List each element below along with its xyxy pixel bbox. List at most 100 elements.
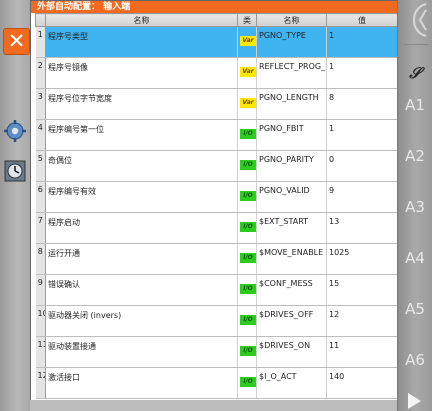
- row-type-cell: Var: [237, 88, 257, 120]
- row-type-cell: I/O: [237, 181, 257, 213]
- row-value: 12: [326, 305, 398, 337]
- col-header-type[interactable]: 类: [237, 13, 257, 27]
- table-row[interactable]: 12激活接口I/O$I_O_ACT140: [35, 367, 398, 399]
- row-number: 10: [35, 305, 46, 337]
- row-number: 8: [35, 243, 46, 275]
- row-name: 程序号位字节宽度: [45, 88, 238, 120]
- row-value: 13: [326, 212, 398, 244]
- row-variable: $I_O_ACT: [256, 367, 327, 399]
- row-type-cell: Var: [237, 57, 257, 89]
- row-name: 驱动装置接通: [45, 336, 238, 368]
- row-value: 9: [326, 181, 398, 213]
- axis-key-a6[interactable]: A6: [398, 351, 432, 369]
- row-name: 程序号类型: [45, 26, 238, 58]
- axis-icon[interactable]: 𝒮: [398, 64, 432, 82]
- row-name: 程序启动: [45, 212, 238, 244]
- table-row[interactable]: 11驱动装置接通I/O$DRIVES_ON11: [35, 336, 398, 368]
- io-badge-icon: I/O: [240, 191, 256, 201]
- row-variable: $MOVE_ENABLE: [256, 243, 327, 275]
- table-row[interactable]: 5 奇偶位 I/O PGNO_PARITY 0: [35, 150, 398, 182]
- row-value: 11: [326, 336, 398, 368]
- row-variable: $CONF_MESS: [256, 274, 327, 306]
- row-name: 程序编号第一位: [45, 119, 238, 151]
- col-header-value[interactable]: 值: [326, 13, 398, 27]
- row-value: 1: [326, 26, 398, 58]
- row-number: 4: [35, 119, 46, 151]
- var-badge-icon: Var: [240, 36, 256, 46]
- back-icon[interactable]: [400, 2, 430, 38]
- row-number: 2: [35, 57, 46, 89]
- close-icon: ✕: [7, 29, 26, 53]
- io-badge-icon: I/O: [240, 160, 256, 170]
- io-badge-icon: I/O: [240, 284, 256, 294]
- clock-icon[interactable]: [4, 160, 26, 182]
- axis-key-a1[interactable]: A1: [398, 96, 432, 114]
- axis-key-a2[interactable]: A2: [398, 147, 432, 165]
- row-number: 5: [35, 150, 46, 182]
- row-name: 激活接口: [45, 367, 238, 399]
- col-header-var[interactable]: 名称: [256, 13, 327, 27]
- table-row[interactable]: 2 程序号镜像 Var REFLECT_PROG_I 1: [35, 57, 398, 89]
- row-type-cell: Var: [237, 26, 257, 58]
- row-value: 1025: [326, 243, 398, 275]
- row-type-cell: I/O: [237, 274, 257, 306]
- table-row[interactable]: 9 错误确认 I/O $CONF_MESS 15: [35, 274, 398, 306]
- col-header-name[interactable]: 名称: [45, 13, 238, 27]
- row-name: 驱动器关闭 (invers): [45, 305, 238, 337]
- row-type-cell: I/O: [237, 212, 257, 244]
- row-name: 奇偶位: [45, 150, 238, 182]
- close-button[interactable]: ✕: [3, 28, 30, 55]
- row-type-cell: I/O: [237, 367, 257, 399]
- row-number: 12: [35, 367, 46, 399]
- row-value: 8: [326, 88, 398, 120]
- row-type-cell: I/O: [237, 150, 257, 182]
- io-badge-icon: I/O: [240, 315, 256, 325]
- status-bar: [30, 400, 398, 411]
- row-value: 0: [326, 150, 398, 182]
- table-row[interactable]: 7 程序启动 I/O $EXT_START 13: [35, 212, 398, 244]
- io-badge-icon: I/O: [240, 346, 256, 356]
- row-name: 程序号镜像: [45, 57, 238, 89]
- left-toolbar: ✕: [0, 0, 31, 411]
- row-variable: PGNO_TYPE: [256, 26, 327, 58]
- table-row[interactable]: 6 程序编号有效 I/O PGNO_VALID 9: [35, 181, 398, 213]
- axis-key-a4[interactable]: A4: [398, 249, 432, 267]
- io-badge-icon: I/O: [240, 129, 256, 139]
- var-badge-icon: Var: [240, 98, 256, 108]
- play-arrow-icon[interactable]: [408, 393, 421, 409]
- axis-key-a5[interactable]: A5: [398, 300, 432, 318]
- table-row[interactable]: 4 程序编号第一位 I/O PGNO_FBIT 1: [35, 119, 398, 151]
- table-row[interactable]: 10驱动器关闭 (invers)I/O$DRIVES_OFF12: [35, 305, 398, 337]
- row-number: 3: [35, 88, 46, 120]
- table-row[interactable]: 8 运行开通 I/O $MOVE_ENABLE 1025: [35, 243, 398, 275]
- var-badge-icon: Var: [240, 67, 256, 77]
- row-variable: PGNO_VALID: [256, 181, 327, 213]
- gear-icon[interactable]: [4, 120, 26, 142]
- row-value: 15: [326, 274, 398, 306]
- row-name: 程序编号有效: [45, 181, 238, 213]
- io-badge-icon: I/O: [240, 222, 256, 232]
- table-row[interactable]: 1 程序号类型 Var PGNO_TYPE 1: [35, 26, 398, 58]
- row-type-cell: I/O: [237, 119, 257, 151]
- row-value: 1: [326, 119, 398, 151]
- row-name: 错误确认: [45, 274, 238, 306]
- row-number: 6: [35, 181, 46, 213]
- row-variable: PGNO_LENGTH: [256, 88, 327, 120]
- row-type-cell: I/O: [237, 336, 257, 368]
- io-badge-icon: I/O: [240, 377, 256, 387]
- row-number: 11: [35, 336, 46, 368]
- row-value: 1: [326, 57, 398, 89]
- io-badge-icon: I/O: [240, 253, 256, 263]
- row-variable: $DRIVES_ON: [256, 336, 327, 368]
- row-name: 运行开通: [45, 243, 238, 275]
- col-header-num[interactable]: [35, 13, 46, 27]
- axis-key-a3[interactable]: A3: [398, 198, 432, 216]
- row-variable: PGNO_PARITY: [256, 150, 327, 182]
- window-title: 外部自动配置： 输入端: [31, 1, 399, 13]
- row-type-cell: I/O: [237, 243, 257, 275]
- row-variable: PGNO_FBIT: [256, 119, 327, 151]
- io-config-window: 外部自动配置： 输入端 名称 类 名称 值 1 程序号类型 Var PGNO_TYPE…: [30, 0, 400, 402]
- row-number: 9: [35, 274, 46, 306]
- row-number: 7: [35, 212, 46, 244]
- table-row[interactable]: 3 程序号位字节宽度 Var PGNO_LENGTH 8: [35, 88, 398, 120]
